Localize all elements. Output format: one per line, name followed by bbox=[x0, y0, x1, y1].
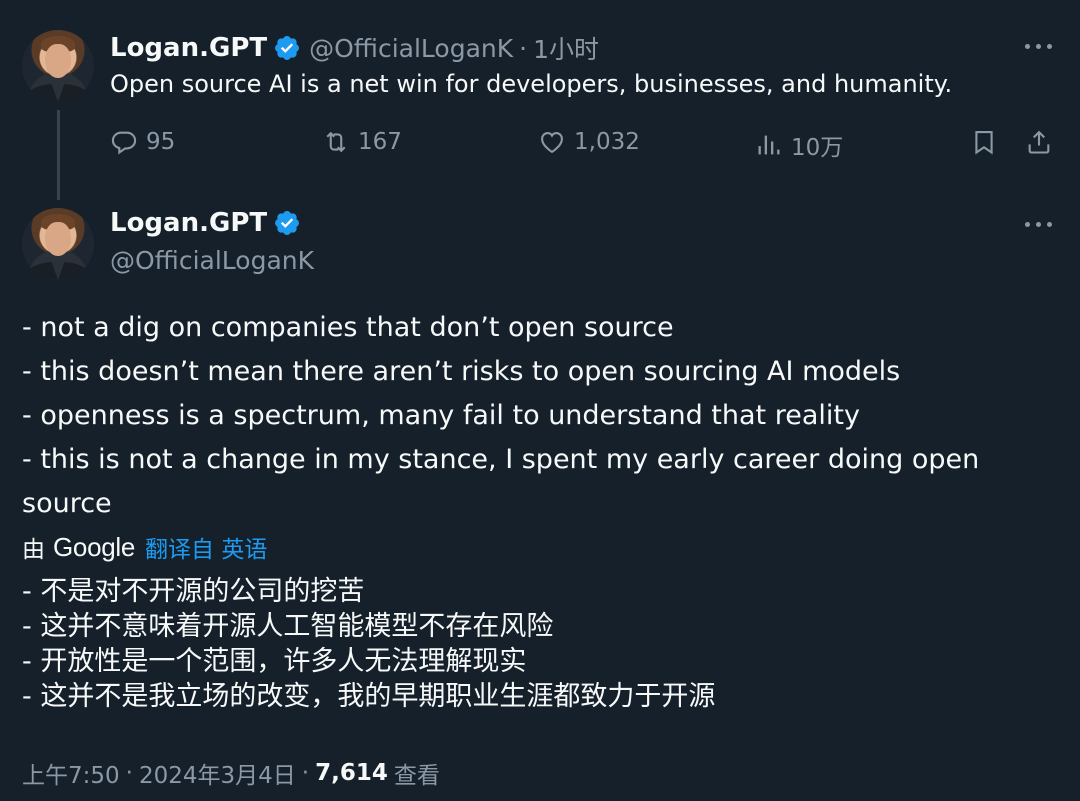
bookmark-button[interactable] bbox=[970, 128, 1006, 156]
post-date[interactable]: 2024年3月4日 bbox=[139, 756, 296, 790]
views-count: 7,614 bbox=[315, 760, 388, 786]
tweet-meta: 上午7:50 · 2024年3月4日 · 7,614 查看 bbox=[22, 756, 440, 790]
separator: · bbox=[125, 760, 133, 786]
avatar[interactable] bbox=[22, 208, 94, 280]
thread-connector-line bbox=[57, 110, 60, 200]
display-name[interactable]: Logan.GPT bbox=[110, 33, 267, 63]
translated-line: - 不是对不开源的公司的挖苦 bbox=[22, 576, 365, 607]
handle[interactable]: @OfficialLoganK bbox=[110, 246, 314, 275]
translated-line: - 开放性是一个范围，许多人无法理解现实 bbox=[22, 646, 527, 677]
views-icon bbox=[758, 135, 780, 155]
tweet-line: - openness is a spectrum, many fail to u… bbox=[22, 400, 860, 431]
tweet-body: - not a dig on companies that don’t open… bbox=[22, 306, 1062, 526]
tweet-line: - not a dig on companies that don’t open… bbox=[22, 312, 674, 343]
tweet-line: - this is not a change in my stance, I s… bbox=[22, 444, 980, 475]
views-label: 查看 bbox=[393, 763, 440, 789]
tweet1-header: Logan.GPT @OfficialLoganK · 1小时 bbox=[110, 30, 599, 66]
views-button[interactable]: 10万 bbox=[755, 128, 843, 162]
handle[interactable]: @OfficialLoganK bbox=[309, 34, 513, 63]
translated-by-label: 由 bbox=[22, 537, 45, 563]
more-icon[interactable] bbox=[1025, 42, 1055, 52]
like-button[interactable]: 1,032 bbox=[538, 128, 640, 156]
tweet-thread: Logan.GPT @OfficialLoganK · 1小时 Open sou… bbox=[0, 0, 1080, 801]
tweet2-header: Logan.GPT bbox=[110, 208, 301, 238]
tweet-actions: 95 167 1,032 10万 bbox=[110, 128, 1060, 166]
share-icon bbox=[1028, 130, 1050, 154]
post-time[interactable]: 上午7:50 bbox=[22, 756, 120, 790]
like-icon bbox=[541, 131, 563, 154]
tweet-line: - this doesn’t mean there aren’t risks t… bbox=[22, 356, 901, 387]
retweet-button[interactable]: 167 bbox=[322, 128, 402, 156]
separator: · bbox=[519, 33, 528, 63]
separator: · bbox=[301, 760, 310, 786]
timestamp[interactable]: 1小时 bbox=[533, 30, 599, 66]
verified-badge-icon bbox=[275, 36, 300, 60]
translated-text: - 不是对不开源的公司的挖苦 - 这并不意味着开源人工智能模型不存在风险 - 开… bbox=[22, 574, 715, 714]
share-button[interactable] bbox=[1025, 128, 1061, 156]
views-count: 10万 bbox=[791, 135, 844, 161]
translation-attribution: 由 Google 翻译自 英语 bbox=[22, 530, 267, 564]
retweet-count: 167 bbox=[358, 129, 402, 155]
display-name[interactable]: Logan.GPT bbox=[110, 208, 267, 238]
translated-line: - 这并不是我立场的改变，我的早期职业生涯都致力于开源 bbox=[22, 681, 716, 712]
verified-badge-icon bbox=[275, 211, 300, 235]
bookmark-icon bbox=[975, 131, 993, 155]
reply-icon bbox=[111, 131, 137, 155]
avatar[interactable] bbox=[22, 30, 94, 102]
google-logo: Google bbox=[53, 531, 136, 562]
more-icon[interactable] bbox=[1025, 220, 1055, 230]
tweet-line: source bbox=[22, 488, 112, 519]
retweet-icon bbox=[326, 131, 346, 153]
translated-line: - 这并不意味着开源人工智能模型不存在风险 bbox=[22, 611, 554, 642]
reply-button[interactable]: 95 bbox=[110, 128, 175, 156]
like-count: 1,032 bbox=[574, 129, 640, 155]
tweet-text: Open source AI is a net win for develope… bbox=[110, 70, 953, 98]
translation-source-link[interactable]: 翻译自 英语 bbox=[145, 530, 267, 564]
reply-count: 95 bbox=[146, 129, 176, 155]
